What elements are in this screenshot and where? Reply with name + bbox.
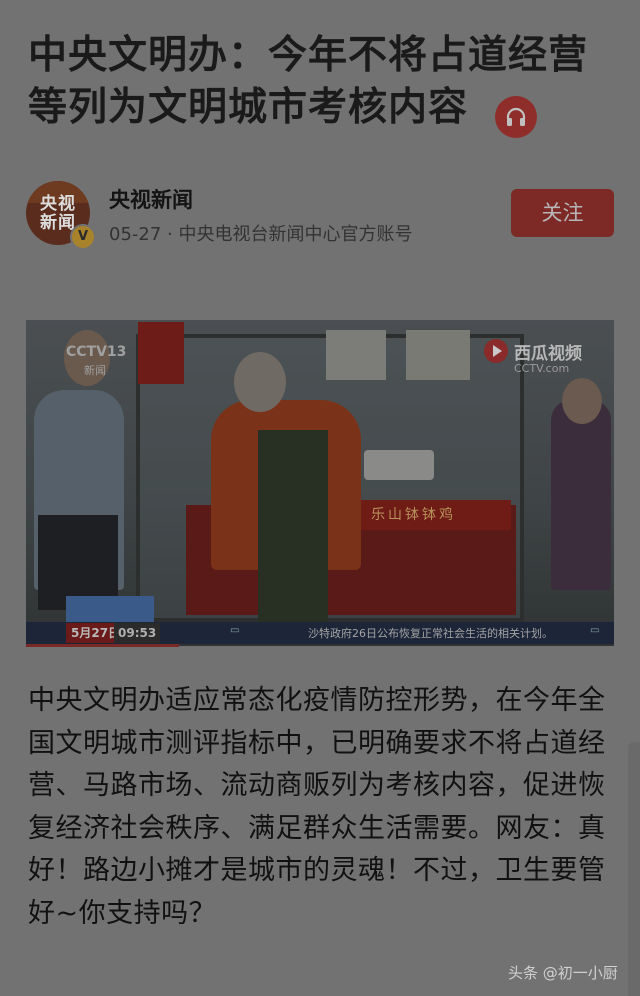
xigua-label: 西瓜视频 [514,343,582,364]
video-red-sign [138,322,184,384]
cctv-channel-sub: 新闻 [84,364,106,377]
xigua-sub: CCTV.com [514,362,570,375]
video-person-right-head [562,378,602,424]
video-person-vendor-apron [258,430,328,630]
video-progress-bar[interactable] [26,644,179,647]
listen-audio-button[interactable] [495,96,537,138]
headphones-icon [506,107,526,126]
ticker-logo-icon-2: ▭ [590,625,600,636]
ticker-logo-icon: ▭ [230,625,240,636]
author-name[interactable]: 央视新闻 [109,184,193,214]
xigua-watermark: 西瓜视频 [484,338,582,364]
follow-button[interactable]: 关注 [511,189,614,237]
video-white-sign-2 [406,330,470,380]
video-stall-sign-text: 乐山钵钵鸡 [371,507,456,523]
article-body: 中央文明办适应常态化疫情防控形势，在今年全国文明城市测评指标中，已明确要求不将占… [28,685,606,929]
video-player[interactable]: 乐山钵钵鸡 CCTV13 新闻 西瓜视频 CCTV.com 5月27日 09:5… [26,320,614,646]
verified-icon: V [70,224,96,250]
video-person-vendor-head [234,352,286,412]
scrollbar[interactable] [628,742,640,996]
video-time: 09:53 [114,623,161,643]
video-white-sign [326,330,386,380]
video-lower-graphic [66,596,154,622]
video-ticker-text: 沙特政府26日公布恢复正常社会生活的相关计划。 [308,627,553,640]
xigua-play-icon [484,339,508,363]
video-bowls [364,450,434,480]
video-person-right [551,400,611,590]
cctv-logo: CCTV13 [66,344,127,360]
source-watermark: 头条 @初一小厨 [508,964,618,982]
author-meta: 05-27 · 中央电视台新闻中心官方账号 [109,224,413,245]
